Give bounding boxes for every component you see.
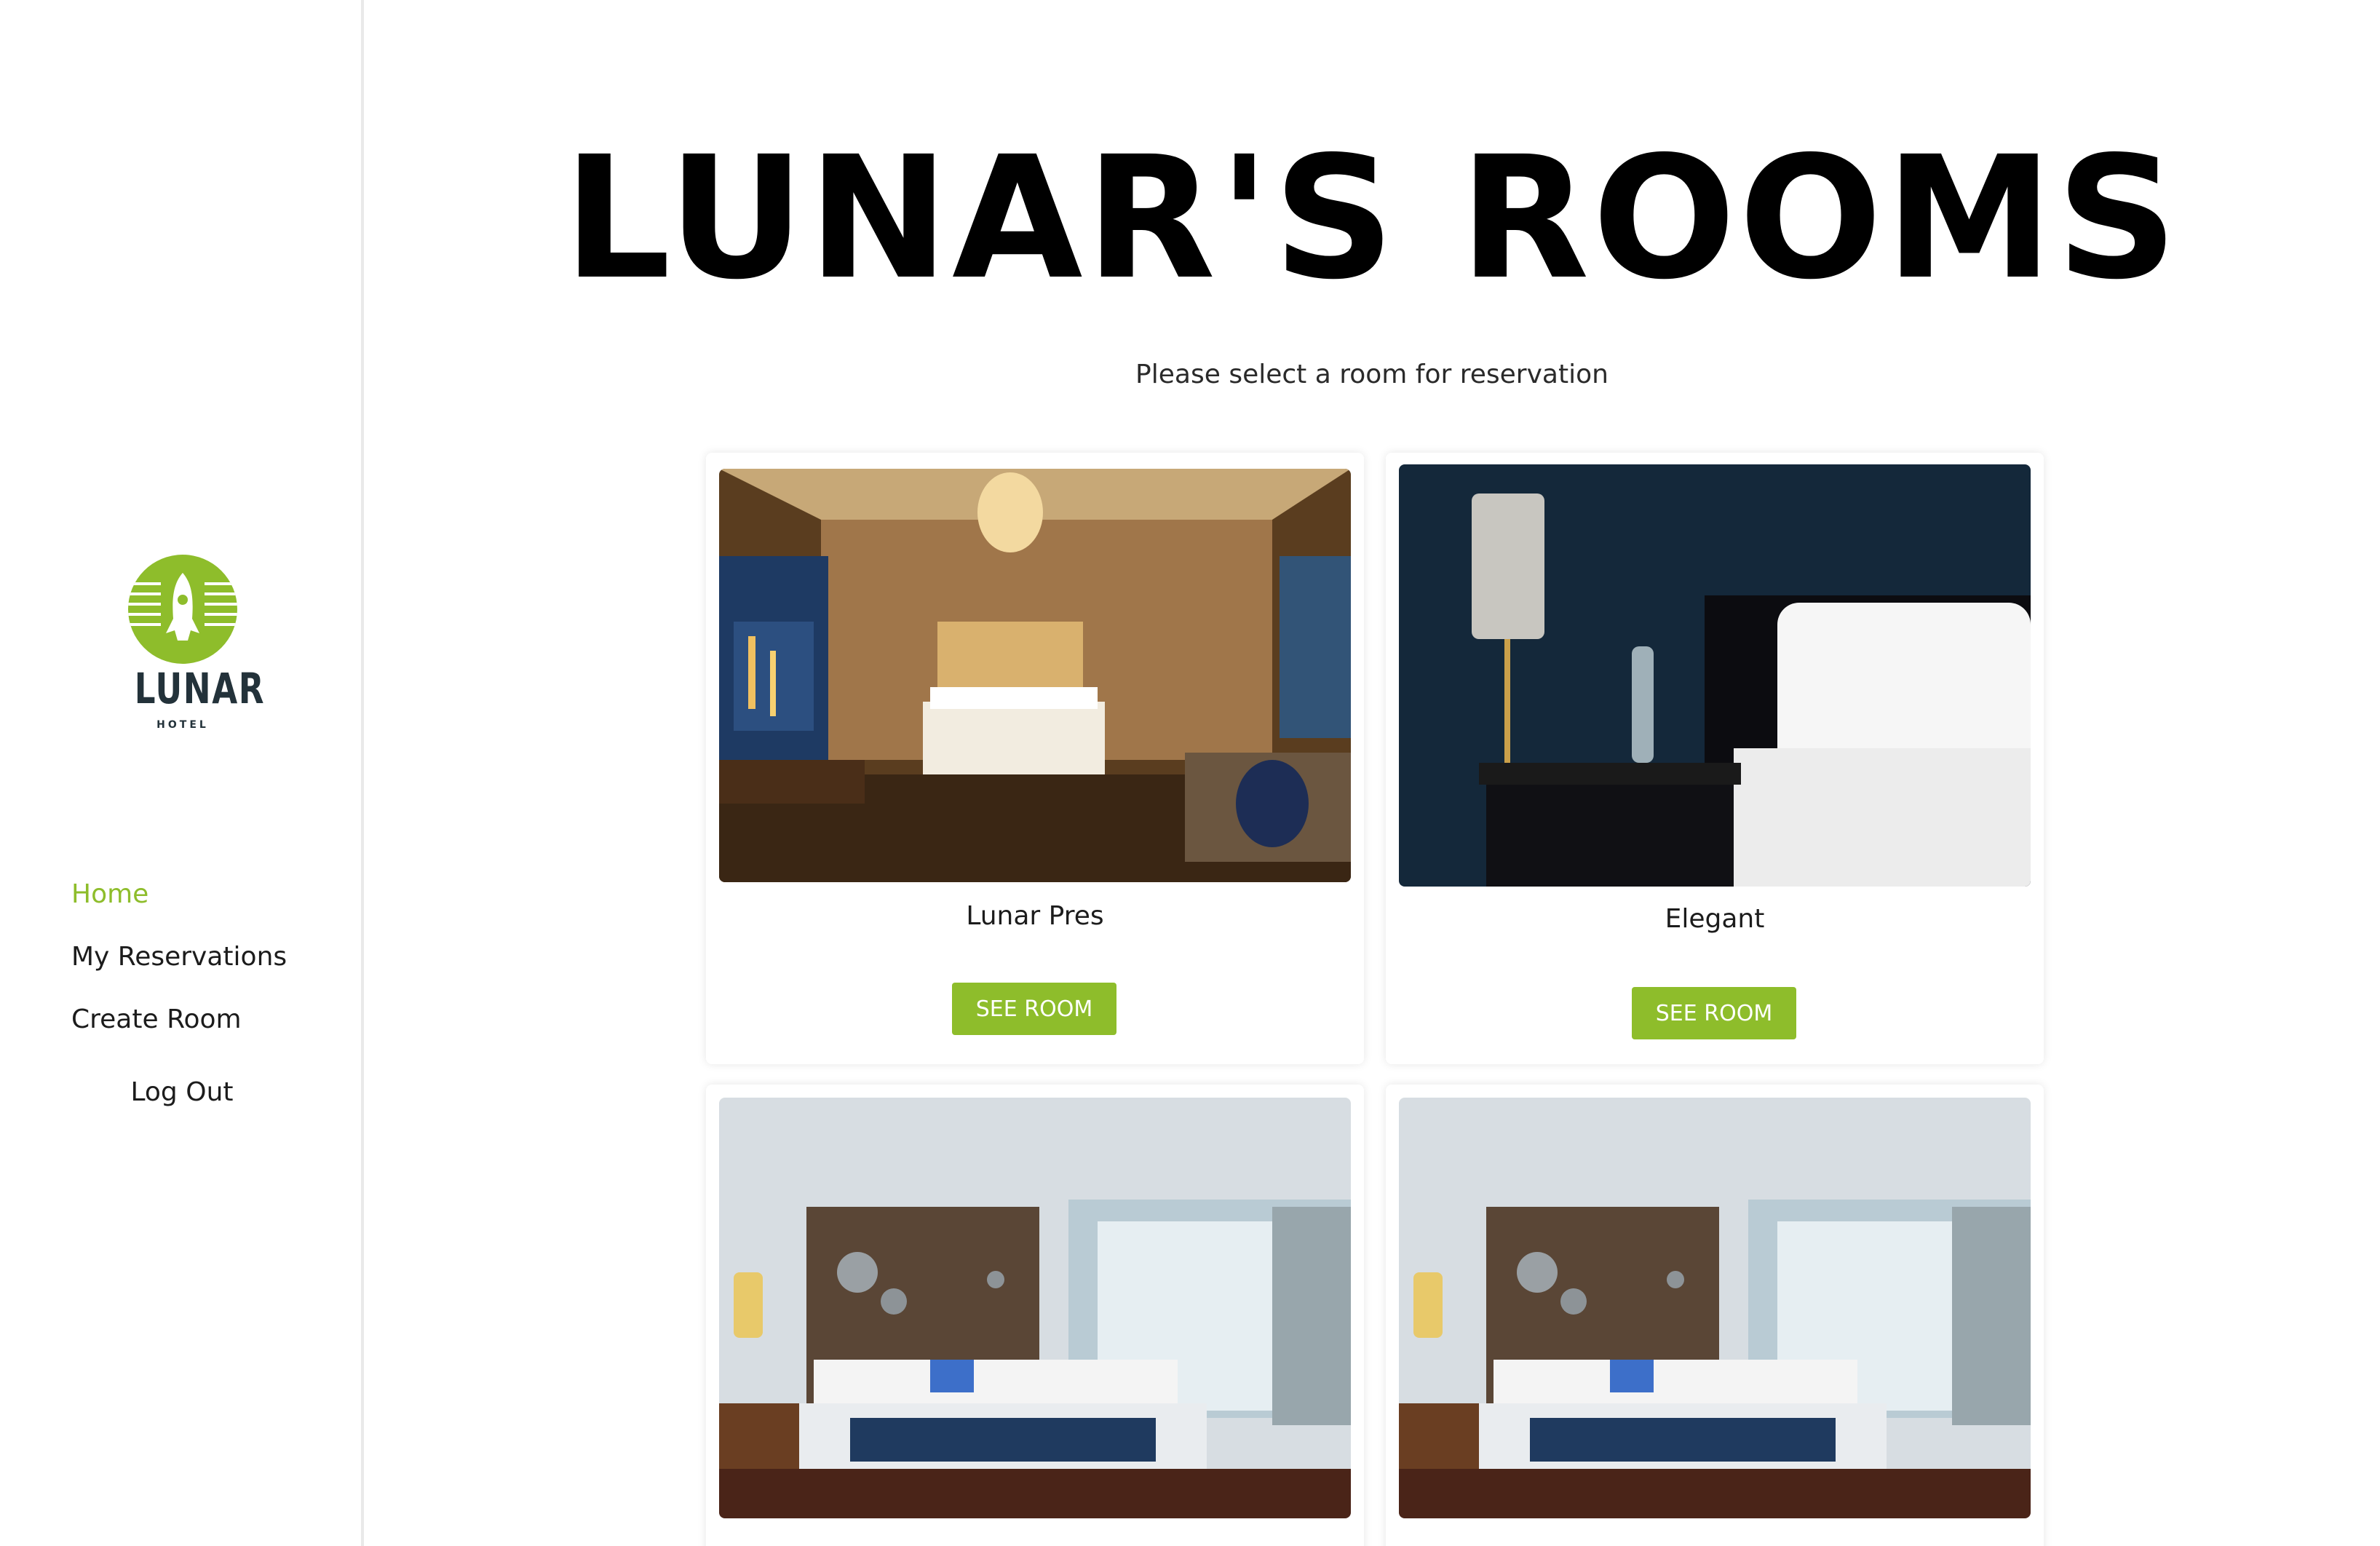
nav-item-my-reservations[interactable]: My Reservations — [71, 942, 287, 972]
room-image-dark-bedroom[interactable] — [1399, 464, 2031, 887]
room-image-blue-bedroom[interactable] — [1399, 1098, 2031, 1518]
app-root: LUNAR HOTEL Home My Reservations Create … — [0, 0, 2380, 1546]
room-image-luxury-suite[interactable] — [719, 469, 1351, 882]
room-name: Lunar Pres — [966, 901, 1104, 931]
room-card — [1386, 1085, 2044, 1546]
logo-wordmark: LUNAR — [134, 664, 266, 713]
logout-button[interactable]: Log Out — [0, 1077, 364, 1107]
page-title: LUNAR'S ROOMS — [563, 120, 2181, 317]
room-card: Elegant SEE ROOM — [1386, 453, 2044, 1064]
room-image-blue-bedroom[interactable] — [719, 1098, 1351, 1518]
logo-subtext: HOTEL — [156, 719, 209, 731]
room-card: Lunar Pres SEE ROOM — [706, 453, 1364, 1064]
page-subtitle: Please select a room for reservation — [1135, 360, 1609, 389]
sidebar: LUNAR HOTEL Home My Reservations Create … — [0, 0, 364, 1546]
room-card — [706, 1085, 1364, 1546]
see-room-button[interactable]: SEE ROOM — [1632, 987, 1796, 1039]
see-room-button[interactable]: SEE ROOM — [952, 983, 1116, 1035]
nav-item-home[interactable]: Home — [71, 879, 148, 909]
lunar-logo[interactable]: LUNAR HOTEL — [121, 555, 266, 744]
rocket-moon-icon — [128, 555, 237, 664]
room-name: Elegant — [1665, 904, 1765, 934]
nav-item-create-room[interactable]: Create Room — [71, 1004, 242, 1034]
